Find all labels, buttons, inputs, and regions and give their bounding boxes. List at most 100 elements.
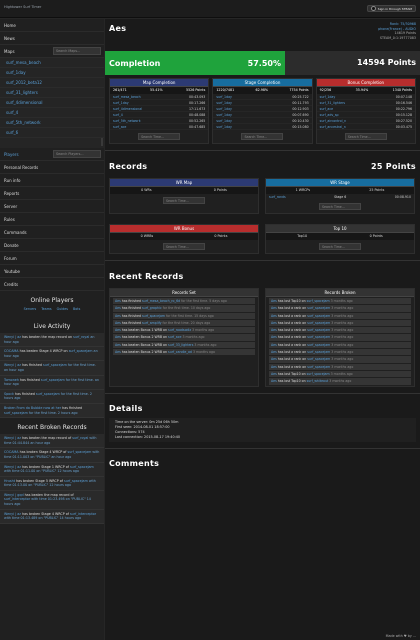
map-link[interactable]: surf_spacejam (307, 321, 330, 325)
map-link[interactable]: surf_roadsodiz (168, 328, 191, 332)
row-map[interactable]: surf_ancestral_n (320, 124, 346, 129)
nav-maps[interactable]: Maps Search Maps... (0, 45, 104, 58)
nav-youtube[interactable]: Youtube (0, 265, 104, 278)
nav-run-info[interactable]: Run info (0, 174, 104, 187)
map-link[interactable]: surf_spacejam (307, 350, 330, 354)
map-list-item[interactable]: surf_4 (0, 108, 104, 118)
players-search-input[interactable]: Search Players... (53, 150, 101, 158)
maps-search-input[interactable]: Search Maps... (53, 47, 101, 55)
online-link[interactable]: Teams (41, 307, 51, 311)
nav-commands[interactable]: Commands (0, 226, 104, 239)
map-link[interactable]: surf_spacejam (307, 314, 330, 318)
row-map[interactable]: surf_mesa_beach (113, 94, 141, 99)
player-link[interactable]: Wenyi | gqd (4, 493, 24, 497)
player-link[interactable]: Wenyi | az (4, 465, 21, 469)
map-link[interactable]: surf_spacejam (307, 357, 330, 361)
map-link[interactable]: surf_whiteout (307, 379, 329, 383)
map-link[interactable]: surf_interceptor (4, 497, 30, 501)
row-map[interactable]: surf_ace (320, 106, 333, 111)
row-map[interactable]: surf_1day (113, 100, 129, 105)
row-map[interactable]: surf_1day (216, 118, 232, 123)
map-link[interactable]: surf_33_lighters (168, 343, 193, 347)
nav-rules[interactable]: Rules (0, 213, 104, 226)
map-link[interactable]: surf_spacejam (307, 328, 330, 332)
stage-completion-search[interactable]: Search Time... (241, 133, 284, 140)
player-link[interactable]: Spock (4, 392, 14, 396)
map-link[interactable]: surf_spacejam (64, 479, 88, 483)
row-map[interactable]: surf_4dimensional (113, 106, 142, 111)
nav-players[interactable]: Players Search Players... (0, 148, 104, 161)
map-list-item[interactable]: surf_1day (0, 68, 104, 78)
wr-stage-row[interactable]: surf_rands Stage 6 00:08.910 (266, 194, 414, 200)
map-completion-search[interactable]: Search Time... (138, 133, 181, 140)
map-list-item[interactable]: surf_mesa_beach (0, 58, 104, 68)
row-map[interactable]: surf_1day (216, 94, 232, 99)
nav-donate[interactable]: Donate (0, 239, 104, 252)
row-map[interactable]: surf_1day (216, 112, 232, 117)
map-link[interactable]: surf_interceptor (70, 512, 96, 516)
map-link[interactable]: surf_candle_ad (168, 350, 192, 354)
map-link[interactable]: surf_spacejam (307, 299, 330, 303)
player-link[interactable]: Broken From da Bubble now at her (4, 406, 61, 410)
table-row[interactable]: surf_ancestral_n 00:03.475 (316, 124, 415, 130)
map-link[interactable]: surf_spacejam (307, 343, 330, 347)
map-link[interactable]: surf_royal (72, 436, 88, 440)
map-link[interactable]: surf_spacejam (36, 392, 60, 396)
map-link[interactable]: surf_spacejam (307, 335, 330, 339)
map-link[interactable]: surf_spacejam (43, 363, 67, 367)
row-map[interactable]: surf_aircontrol_n (320, 118, 346, 123)
map-link[interactable]: surf_spacejam (4, 411, 28, 415)
row-map[interactable]: surf_4 (113, 112, 123, 117)
wr-bonus-search[interactable]: Search Time... (163, 243, 205, 250)
row-map[interactable]: surf_1day (216, 124, 232, 129)
map-link[interactable]: surf_spacejam (69, 349, 93, 353)
map-link[interactable]: surf_spacejam (142, 314, 165, 318)
nav-reports[interactable]: Reports (0, 187, 104, 200)
player-link[interactable]: COCAMA (4, 349, 19, 353)
player-link[interactable]: Wenyi | az (4, 335, 21, 339)
row-map[interactable]: surf_1day (216, 106, 232, 111)
player-link[interactable]: Wenyi | az (4, 512, 21, 516)
player-link[interactable]: Tomoneh (4, 378, 19, 382)
player-link[interactable]: Wenyi | az (4, 363, 21, 367)
map-link[interactable]: surf_spacejam (307, 365, 330, 369)
map-link[interactable]: surf_spacejam (307, 306, 330, 310)
map-list-item[interactable]: surf_2012_beta12 (0, 78, 104, 88)
wr-map-search[interactable]: Search Time... (163, 197, 205, 204)
nav-forum[interactable]: Forum (0, 252, 104, 265)
map-link[interactable]: surf_spacejam (41, 378, 65, 382)
map-list-item[interactable]: surf_5th_network (0, 118, 104, 128)
map-list-item[interactable]: surf_6 (0, 128, 104, 138)
online-link[interactable]: Guides (57, 307, 68, 311)
map-link[interactable]: surf_mesa_beach_ro_6d (142, 299, 180, 303)
steam-signin-button[interactable]: Sign in through STEAM (366, 5, 416, 12)
top10-search[interactable]: Search Time... (319, 243, 361, 250)
row-map[interactable]: surf_1day (320, 94, 336, 99)
player-link[interactable]: COCAMA (4, 450, 19, 454)
row-map[interactable]: surf_31_lighters (320, 100, 345, 105)
player-link[interactable]: Wenyi | az (4, 436, 21, 440)
table-row[interactable]: surf_ace 00:47.685 (110, 124, 209, 130)
row-map[interactable]: surf_ace (113, 124, 126, 129)
wr-stage-search[interactable]: Search Time... (319, 203, 361, 210)
map-link[interactable]: surf_amplify (142, 321, 162, 325)
brand-logo[interactable]: Hightower Surf Timer (4, 5, 41, 9)
row-map[interactable]: surf_adv_sp (320, 112, 339, 117)
online-link[interactable]: Servers (24, 307, 37, 311)
nav-server[interactable]: Server (0, 200, 104, 213)
nav-credits[interactable]: Credits (0, 278, 104, 291)
map-list-item[interactable]: surf_31_lighters (0, 88, 104, 98)
nav-home[interactable]: Home (0, 19, 104, 32)
map-link[interactable]: surf_spacejam (68, 450, 92, 454)
online-link[interactable]: Bots (73, 307, 80, 311)
map-list[interactable]: surf_mesa_beach surf_1day surf_2012_beta12… (0, 58, 104, 148)
map-link[interactable]: surf_spacejam (307, 372, 330, 376)
map-list-item[interactable]: surf_4dimensional (0, 98, 104, 108)
map-link[interactable]: surf_graphic (142, 306, 162, 310)
map-link[interactable]: surf_royal (73, 335, 89, 339)
table-row[interactable]: surf_1day 00:15.080 (213, 124, 312, 130)
row-map[interactable]: surf_1day (216, 100, 232, 105)
row-map[interactable]: surf_5th_network (113, 118, 141, 123)
player-link[interactable]: Hrusht (4, 479, 15, 483)
nav-news[interactable]: News (0, 32, 104, 45)
